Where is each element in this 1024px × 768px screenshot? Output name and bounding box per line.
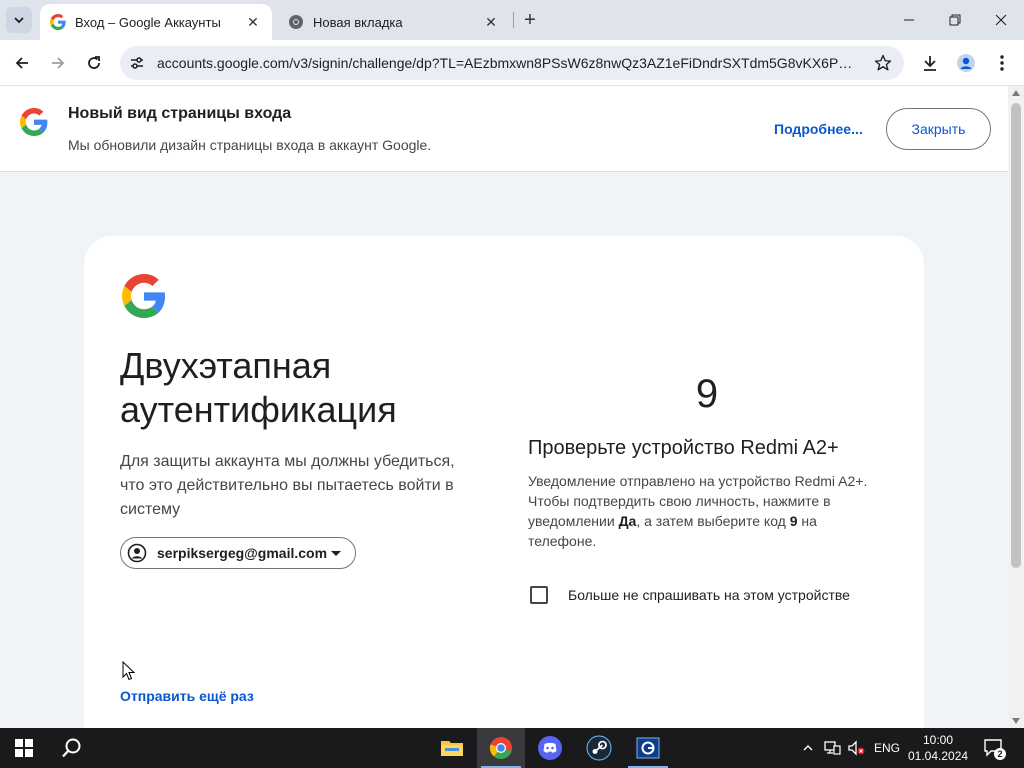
yes-keyword: Да	[618, 513, 637, 529]
scroll-up-arrow-icon[interactable]	[1012, 90, 1020, 96]
page-subtitle: Для защиты аккаунта мы должны убедиться,…	[120, 453, 455, 518]
windows-taskbar: ENG 10:00 01.04.2024 2	[0, 728, 1024, 768]
page-title: Двухэтапная аутентификация	[120, 345, 397, 430]
page-scrollbar[interactable]	[1008, 86, 1024, 728]
windows-start-icon[interactable]	[0, 728, 48, 768]
device-check-title: Проверьте устройство Redmi A2+	[528, 437, 839, 459]
resend-link[interactable]: Отправить ещё раз	[120, 688, 254, 704]
tab-google-signin[interactable]: Вход – Google Аккаунты ✕	[40, 4, 272, 40]
google-favicon-icon	[50, 14, 66, 30]
two-step-verification-card: Двухэтапная аутентификация Для защиты ак…	[84, 236, 924, 728]
code-keyword: 9	[789, 513, 798, 529]
mouse-cursor-icon	[122, 661, 136, 681]
scrollbar-thumb[interactable]	[1011, 103, 1021, 568]
tab-title: Вход – Google Аккаунты	[75, 14, 221, 30]
browser-tab-strip: Вход – Google Аккаунты ✕ Новая вкладка ✕…	[0, 0, 1024, 40]
search-icon[interactable]	[48, 728, 96, 768]
notification-center-icon[interactable]: 2	[982, 736, 1006, 760]
discord-icon[interactable]	[526, 728, 574, 768]
dont-ask-again-checkbox[interactable]	[530, 586, 548, 604]
clock-date: 01.04.2024	[908, 749, 969, 763]
tab-separator	[513, 12, 514, 28]
minimize-window-icon[interactable]	[886, 0, 932, 40]
network-icon[interactable]	[822, 738, 842, 758]
dont-ask-again-label[interactable]: Больше не спрашивать на этом устройстве	[568, 587, 850, 603]
forward-arrow-icon[interactable]	[44, 49, 72, 77]
url-text: accounts.google.com/v3/signin/challenge/…	[157, 55, 857, 71]
tab-title: Новая вкладка	[313, 14, 403, 30]
reload-icon[interactable]	[80, 49, 108, 77]
chrome-favicon-icon	[288, 14, 304, 30]
device-check-instructions: Уведомление отправлено на устройство Red…	[528, 473, 868, 549]
close-tab-icon[interactable]: ✕	[482, 13, 500, 31]
clock-time: 10:00	[922, 733, 954, 747]
account-email: serpiksergeg@gmail.com	[157, 545, 328, 561]
close-tab-icon[interactable]: ✕	[244, 13, 262, 31]
tab-new-tab[interactable]: Новая вкладка ✕	[278, 4, 510, 40]
close-banner-button[interactable]: Закрыть	[886, 108, 991, 150]
notification-count-badge: 2	[994, 748, 1006, 760]
google-g-logo-icon	[122, 274, 166, 318]
close-window-icon[interactable]	[978, 0, 1024, 40]
profile-avatar-icon[interactable]	[952, 49, 980, 77]
file-explorer-icon[interactable]	[428, 728, 476, 768]
chrome-icon[interactable]	[477, 728, 525, 768]
chevron-down-icon	[14, 17, 24, 24]
new-signin-design-banner: Новый вид страницы входа Мы обновили диз…	[0, 86, 1008, 172]
banner-text: Мы обновили дизайн страницы входа в акка…	[68, 137, 432, 153]
google-g-logo-icon	[20, 108, 48, 136]
account-circle-icon	[127, 543, 147, 563]
app-window-icon[interactable]	[624, 728, 672, 768]
system-clock[interactable]: 10:00 01.04.2024	[908, 732, 968, 764]
volume-muted-icon[interactable]	[846, 738, 866, 758]
input-language-indicator[interactable]: ENG	[874, 741, 900, 755]
site-settings-icon[interactable]	[129, 55, 145, 71]
banner-title: Новый вид страницы входа	[68, 105, 292, 122]
back-arrow-icon[interactable]	[8, 49, 36, 77]
new-tab-plus-icon[interactable]: +	[518, 8, 542, 32]
address-bar[interactable]: accounts.google.com/v3/signin/challenge/…	[120, 46, 904, 80]
bookmark-star-icon[interactable]	[874, 54, 892, 72]
show-hidden-icons-chevron-icon[interactable]	[798, 738, 818, 758]
browser-toolbar: accounts.google.com/v3/signin/challenge/…	[0, 40, 1024, 86]
restore-window-icon[interactable]	[932, 0, 978, 40]
scroll-down-arrow-icon[interactable]	[1012, 718, 1020, 724]
dropdown-caret-icon	[331, 550, 341, 556]
more-menu-icon[interactable]	[988, 49, 1016, 77]
verification-code-number: 9	[695, 372, 719, 416]
account-chooser-chip[interactable]: serpiksergeg@gmail.com	[120, 537, 356, 569]
steam-icon[interactable]	[575, 728, 623, 768]
tab-search-button[interactable]	[6, 7, 32, 33]
download-icon[interactable]	[916, 49, 944, 77]
learn-more-link[interactable]: Подробнее...	[774, 121, 863, 137]
